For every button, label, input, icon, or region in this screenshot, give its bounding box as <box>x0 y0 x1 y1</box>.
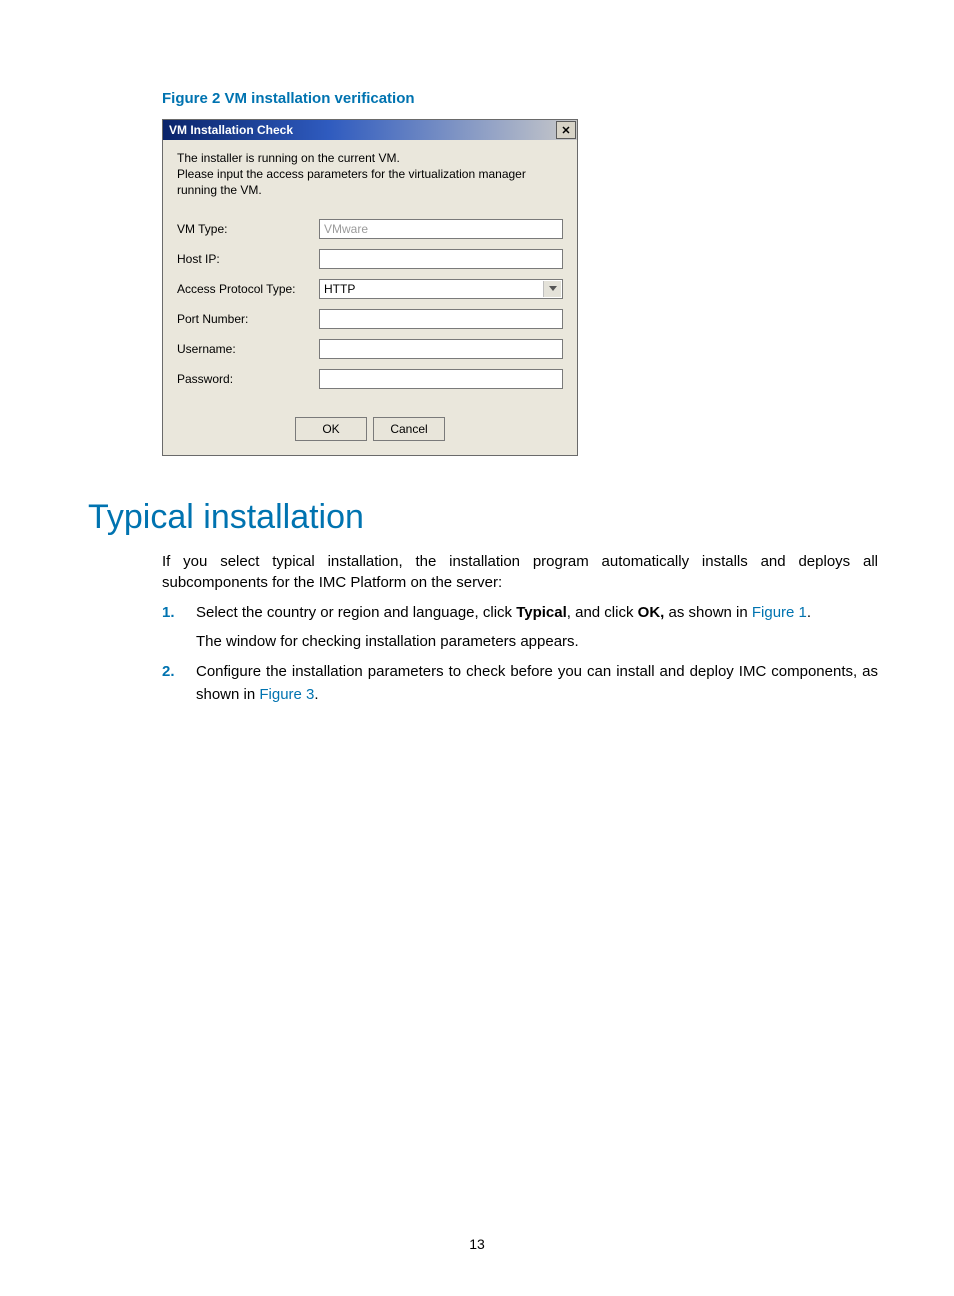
step-1-bold-ok: OK, <box>638 604 665 621</box>
intro-paragraph: If you select typical installation, the … <box>162 551 878 595</box>
row-vm-type: VM Type: VMware <box>177 219 563 239</box>
label-password: Password: <box>177 372 319 386</box>
input-username[interactable] <box>319 339 563 359</box>
dialog-body: The installer is running on the current … <box>163 140 577 455</box>
row-username: Username: <box>177 339 563 359</box>
chevron-down-icon <box>543 281 561 297</box>
label-host-ip: Host IP: <box>177 252 319 266</box>
cancel-button[interactable]: Cancel <box>373 417 445 441</box>
input-port-number[interactable] <box>319 309 563 329</box>
steps-list: Select the country or region and languag… <box>162 602 878 706</box>
dialog-intro-line1: The installer is running on the current … <box>177 150 563 166</box>
dialog-intro-line2: Please input the access parameters for t… <box>177 166 563 198</box>
ok-button[interactable]: OK <box>295 417 367 441</box>
value-vm-type: VMware <box>324 222 368 236</box>
figure-1-link[interactable]: Figure 1 <box>752 604 807 621</box>
figure-3-link[interactable]: Figure 3 <box>259 686 314 703</box>
row-access-protocol: Access Protocol Type: HTTP <box>177 279 563 299</box>
row-port-number: Port Number: <box>177 309 563 329</box>
row-host-ip: Host IP: <box>177 249 563 269</box>
value-access-protocol: HTTP <box>324 282 355 296</box>
label-vm-type: VM Type: <box>177 222 319 236</box>
close-button[interactable]: ✕ <box>556 121 576 139</box>
select-access-protocol[interactable]: HTTP <box>319 279 563 299</box>
step-1-subline: The window for checking installation par… <box>196 631 878 654</box>
vm-installation-check-dialog: VM Installation Check ✕ The installer is… <box>162 119 578 456</box>
dialog-titlebar: VM Installation Check ✕ <box>163 120 577 140</box>
step-1-text-pre: Select the country or region and languag… <box>196 604 516 621</box>
dialog-title: VM Installation Check <box>169 123 293 137</box>
button-row: OK Cancel <box>177 417 563 441</box>
input-host-ip[interactable] <box>319 249 563 269</box>
label-access-protocol: Access Protocol Type: <box>177 282 319 296</box>
step-1: Select the country or region and languag… <box>162 602 878 653</box>
step-2: Configure the installation parameters to… <box>162 661 878 706</box>
step-1-bold-typical: Typical <box>516 604 567 621</box>
row-password: Password: <box>177 369 563 389</box>
label-username: Username: <box>177 342 319 356</box>
input-password[interactable] <box>319 369 563 389</box>
step-2-text-end: . <box>314 686 318 703</box>
section-heading: Typical installation <box>88 498 878 537</box>
label-port-number: Port Number: <box>177 312 319 326</box>
input-vm-type[interactable]: VMware <box>319 219 563 239</box>
step-1-text-end: . <box>807 604 811 621</box>
form-grid: VM Type: VMware Host IP: Access Protocol… <box>177 219 563 389</box>
close-icon: ✕ <box>561 124 570 137</box>
step-1-text-mid: , and click <box>567 604 638 621</box>
step-1-text-post: as shown in <box>664 604 752 621</box>
figure-caption: Figure 2 VM installation verification <box>162 90 878 107</box>
page-number: 13 <box>0 1236 954 1252</box>
